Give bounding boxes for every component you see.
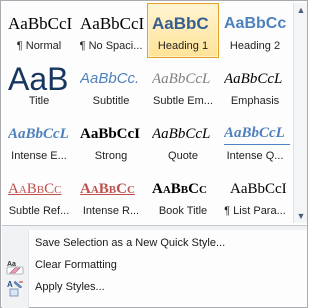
style-preview: AaBbCcL: [8, 126, 69, 142]
menu-item-label: Save Selection as a New Quick Style...: [35, 237, 226, 249]
style-preview: AaBbCcL: [152, 126, 211, 142]
style-label: Subtle Em...: [153, 95, 213, 107]
style-tile-heading-1[interactable]: AaBbC Heading 1: [147, 3, 219, 58]
style-tile-intense-reference[interactable]: AaBbCc Intense R...: [75, 168, 147, 223]
style-label: Subtitle: [92, 95, 130, 107]
clear-formatting-icon: Aa: [6, 257, 24, 275]
save-quick-style-menu-item[interactable]: Save Selection as a New Quick Style...: [2, 233, 307, 255]
style-tile-title[interactable]: AaB Title: [3, 58, 75, 113]
style-tile-strong[interactable]: AaBbCcI Strong: [75, 113, 147, 168]
svg-text:A: A: [7, 280, 13, 289]
styles-grid: AaBbCcI ¶ Normal AaBbCcI ¶ No Spaci... A…: [3, 3, 291, 223]
style-tile-normal[interactable]: AaBbCcI ¶ Normal: [3, 3, 75, 58]
style-tile-heading-2[interactable]: AaBbCc Heading 2: [219, 3, 291, 58]
style-preview: AaBbCc.: [80, 70, 140, 87]
style-label: Heading 1: [157, 40, 209, 52]
scroll-down-icon[interactable]: ▼: [295, 209, 307, 223]
clear-formatting-menu-item[interactable]: Aa Clear Formatting: [2, 255, 307, 277]
styles-menu: Save Selection as a New Quick Style... A…: [2, 230, 307, 308]
style-tile-quote[interactable]: AaBbCcL Quote: [147, 113, 219, 168]
style-label: ¶ No Spaci...: [79, 40, 143, 52]
style-label: Emphasis: [230, 95, 280, 107]
menu-item-label: Apply Styles...: [35, 281, 105, 293]
style-label: ¶ List Para...: [224, 205, 286, 217]
style-label: Title: [28, 95, 50, 107]
style-preview: AaB: [8, 61, 69, 97]
style-label: Subtle Ref...: [8, 205, 70, 217]
style-preview: AaBbCcI: [80, 126, 141, 142]
style-preview: AaBbCc: [80, 181, 135, 197]
style-tile-book-title[interactable]: AaBbCc Book Title: [147, 168, 219, 223]
style-preview: AaBbCc: [152, 181, 207, 197]
style-tile-subtle-reference[interactable]: AaBbCc Subtle Ref...: [3, 168, 75, 223]
apply-styles-menu-item[interactable]: A Apply Styles...: [2, 277, 307, 299]
apply-styles-icon: A: [6, 279, 24, 297]
style-tile-subtle-emphasis[interactable]: AaBbCcL Subtle Em...: [147, 58, 219, 113]
style-label: Quote: [168, 150, 198, 162]
style-label: Book Title: [158, 205, 208, 217]
style-preview: AaBbCcI: [230, 181, 287, 197]
style-label: Strong: [94, 150, 128, 162]
style-label: Intense Q...: [226, 150, 284, 162]
style-preview: AaBbCcI: [8, 14, 73, 33]
style-tile-intense-emphasis[interactable]: AaBbCcL Intense E...: [3, 113, 75, 168]
gallery-scrollbar[interactable]: ▲ ▼: [293, 3, 307, 223]
style-preview: AaBbCcL: [224, 122, 290, 145]
style-label: Heading 2: [229, 40, 281, 52]
style-tile-intense-quote[interactable]: AaBbCcL Intense Q...: [219, 113, 291, 168]
style-tile-no-spacing[interactable]: AaBbCcI ¶ No Spaci...: [75, 3, 147, 58]
style-preview: AaBbCcL: [224, 71, 283, 87]
style-label: ¶ Normal: [16, 40, 62, 52]
style-label: Intense R...: [82, 205, 140, 217]
style-preview: AaBbCcI: [80, 14, 145, 33]
style-preview: AaBbCc: [224, 15, 287, 32]
style-preview: AaBbCcL: [152, 71, 211, 87]
style-preview: AaBbCc: [8, 181, 62, 197]
style-label: Intense E...: [11, 150, 67, 162]
style-tile-subtitle[interactable]: AaBbCc. Subtitle: [75, 58, 147, 113]
menu-item-label: Clear Formatting: [35, 259, 117, 271]
style-tile-emphasis[interactable]: AaBbCcL Emphasis: [219, 58, 291, 113]
style-preview: AaBbC: [152, 14, 209, 33]
style-tile-list-paragraph[interactable]: AaBbCcI ¶ List Para...: [219, 168, 291, 223]
quick-styles-gallery: AaBbCcI ¶ Normal AaBbCcI ¶ No Spaci... A…: [0, 0, 308, 308]
scroll-up-icon[interactable]: ▲: [295, 3, 307, 17]
